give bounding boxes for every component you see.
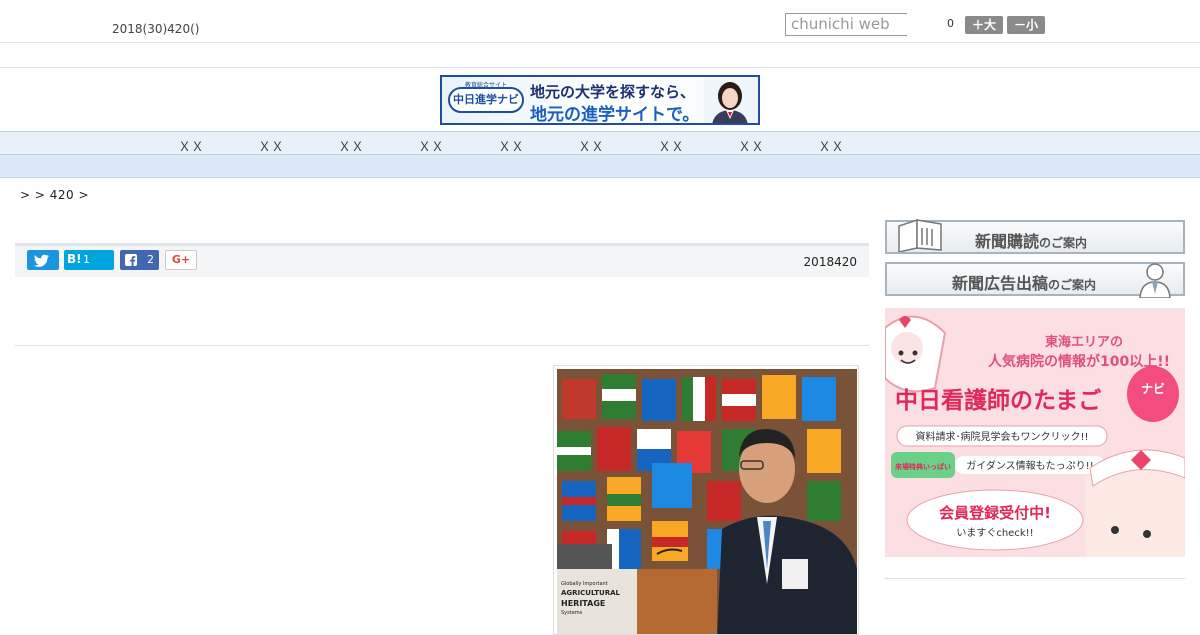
nav-item[interactable]: ＸＸ xyxy=(658,136,684,155)
hatena-count: 1 xyxy=(83,253,90,266)
nurse-navi-ad-image: 東海エリアの 人気病院の情報が100以上!! 中日看護師のたまご ナビ 資料請求… xyxy=(885,308,1185,557)
ad-cta-sub: いますぐcheck!! xyxy=(956,527,1033,539)
speaker-photo-image: Globally Important AGRICULTURAL HERITAGE… xyxy=(557,369,857,634)
podium-line1: Globally Important xyxy=(561,581,608,587)
header-banner[interactable]: 教育総合サイト 中日進学ナビ 地元の大学を探すなら、 地元の進学サイトで。 xyxy=(440,75,760,125)
subscribe-label: 新聞購読のご案内 xyxy=(975,232,1088,251)
facebook-share-button[interactable]: 2 xyxy=(120,250,159,270)
search-input[interactable]: chunichi web xyxy=(785,13,907,36)
advertise-label: 新聞広告出稿のご案内 xyxy=(952,274,1097,293)
businessman-icon xyxy=(1139,263,1171,298)
main-nav: ＸＸ ＸＸ ＸＸ ＸＸ ＸＸ ＸＸ ＸＸ ＸＸ ＸＸ xyxy=(0,131,1200,155)
font-bigger-button[interactable]: ＋大 xyxy=(965,16,1003,34)
hatena-bookmark-button[interactable]: B! 1 xyxy=(64,250,114,270)
advertise-banner[interactable]: 新聞広告出稿のご案内 xyxy=(885,262,1185,298)
header-divider xyxy=(0,67,1200,68)
nav-item[interactable]: ＸＸ xyxy=(738,136,764,155)
banner-line2: 地元の進学サイトで。 xyxy=(530,105,700,125)
ad-tag: 来場特典いっぱい xyxy=(894,462,951,471)
ad-cta: 会員登録受付中! xyxy=(939,504,1051,522)
nav-item[interactable]: ＸＸ xyxy=(178,136,204,155)
share-bar: B! 1 2 G+ 2018420 xyxy=(15,243,869,277)
podium-line4: Systems xyxy=(561,610,583,616)
twitter-bird-icon xyxy=(33,254,49,267)
breadcrumb[interactable]: > > 420 > xyxy=(20,188,89,202)
sidebar-divider xyxy=(885,578,1185,579)
nav-item[interactable]: ＸＸ xyxy=(818,136,844,155)
google-plus-button[interactable]: G+ xyxy=(165,250,197,270)
ad-navi: ナビ xyxy=(1141,381,1165,396)
nav-item[interactable]: ＸＸ xyxy=(498,136,524,155)
article-date: 2018420 xyxy=(803,255,857,269)
font-size-indicator: 0 xyxy=(947,17,954,30)
banner-line1: 地元の大学を探すなら、 xyxy=(530,83,696,101)
banner-student-image xyxy=(704,79,756,123)
newspaper-icon xyxy=(898,218,942,252)
nav-item[interactable]: ＸＸ xyxy=(338,136,364,155)
nav-item[interactable]: ＸＸ xyxy=(578,136,604,155)
article-divider xyxy=(15,345,869,346)
ad-info1: 資料請求･病院見学会もワンクリック!! xyxy=(915,430,1088,443)
sub-nav xyxy=(0,155,1200,178)
ad-title: 中日看護師のたまご xyxy=(895,387,1101,414)
subscribe-banner[interactable]: 新聞購読のご案内 xyxy=(885,218,1185,254)
hatena-icon: B! xyxy=(67,252,82,266)
article-photo[interactable]: Globally Important AGRICULTURAL HERITAGE… xyxy=(553,365,859,635)
nav-item[interactable]: ＸＸ xyxy=(258,136,284,155)
nurse-navi-ad[interactable]: 東海エリアの 人気病院の情報が100以上!! 中日看護師のたまご ナビ 資料請求… xyxy=(885,308,1185,557)
top-bar: 2018(30)420() chunichi web 0 ＋大 －小 xyxy=(0,0,1200,43)
font-smaller-button[interactable]: －小 xyxy=(1007,16,1045,34)
nav-item[interactable]: ＸＸ xyxy=(418,136,444,155)
twitter-share-button[interactable] xyxy=(27,250,59,270)
podium-line2: AGRICULTURAL xyxy=(561,589,621,597)
ad-info2: ガイダンス情報もたっぷり!! xyxy=(966,459,1093,472)
facebook-icon xyxy=(125,254,137,266)
facebook-count: 2 xyxy=(147,253,154,266)
ad-line2: 人気病院の情報が100以上!! xyxy=(988,353,1170,370)
ad-line1: 東海エリアの xyxy=(1045,334,1123,350)
current-date: 2018(30)420() xyxy=(112,22,200,36)
banner-logo: 中日進学ナビ xyxy=(448,87,524,113)
podium-line3: HERITAGE xyxy=(561,599,605,608)
